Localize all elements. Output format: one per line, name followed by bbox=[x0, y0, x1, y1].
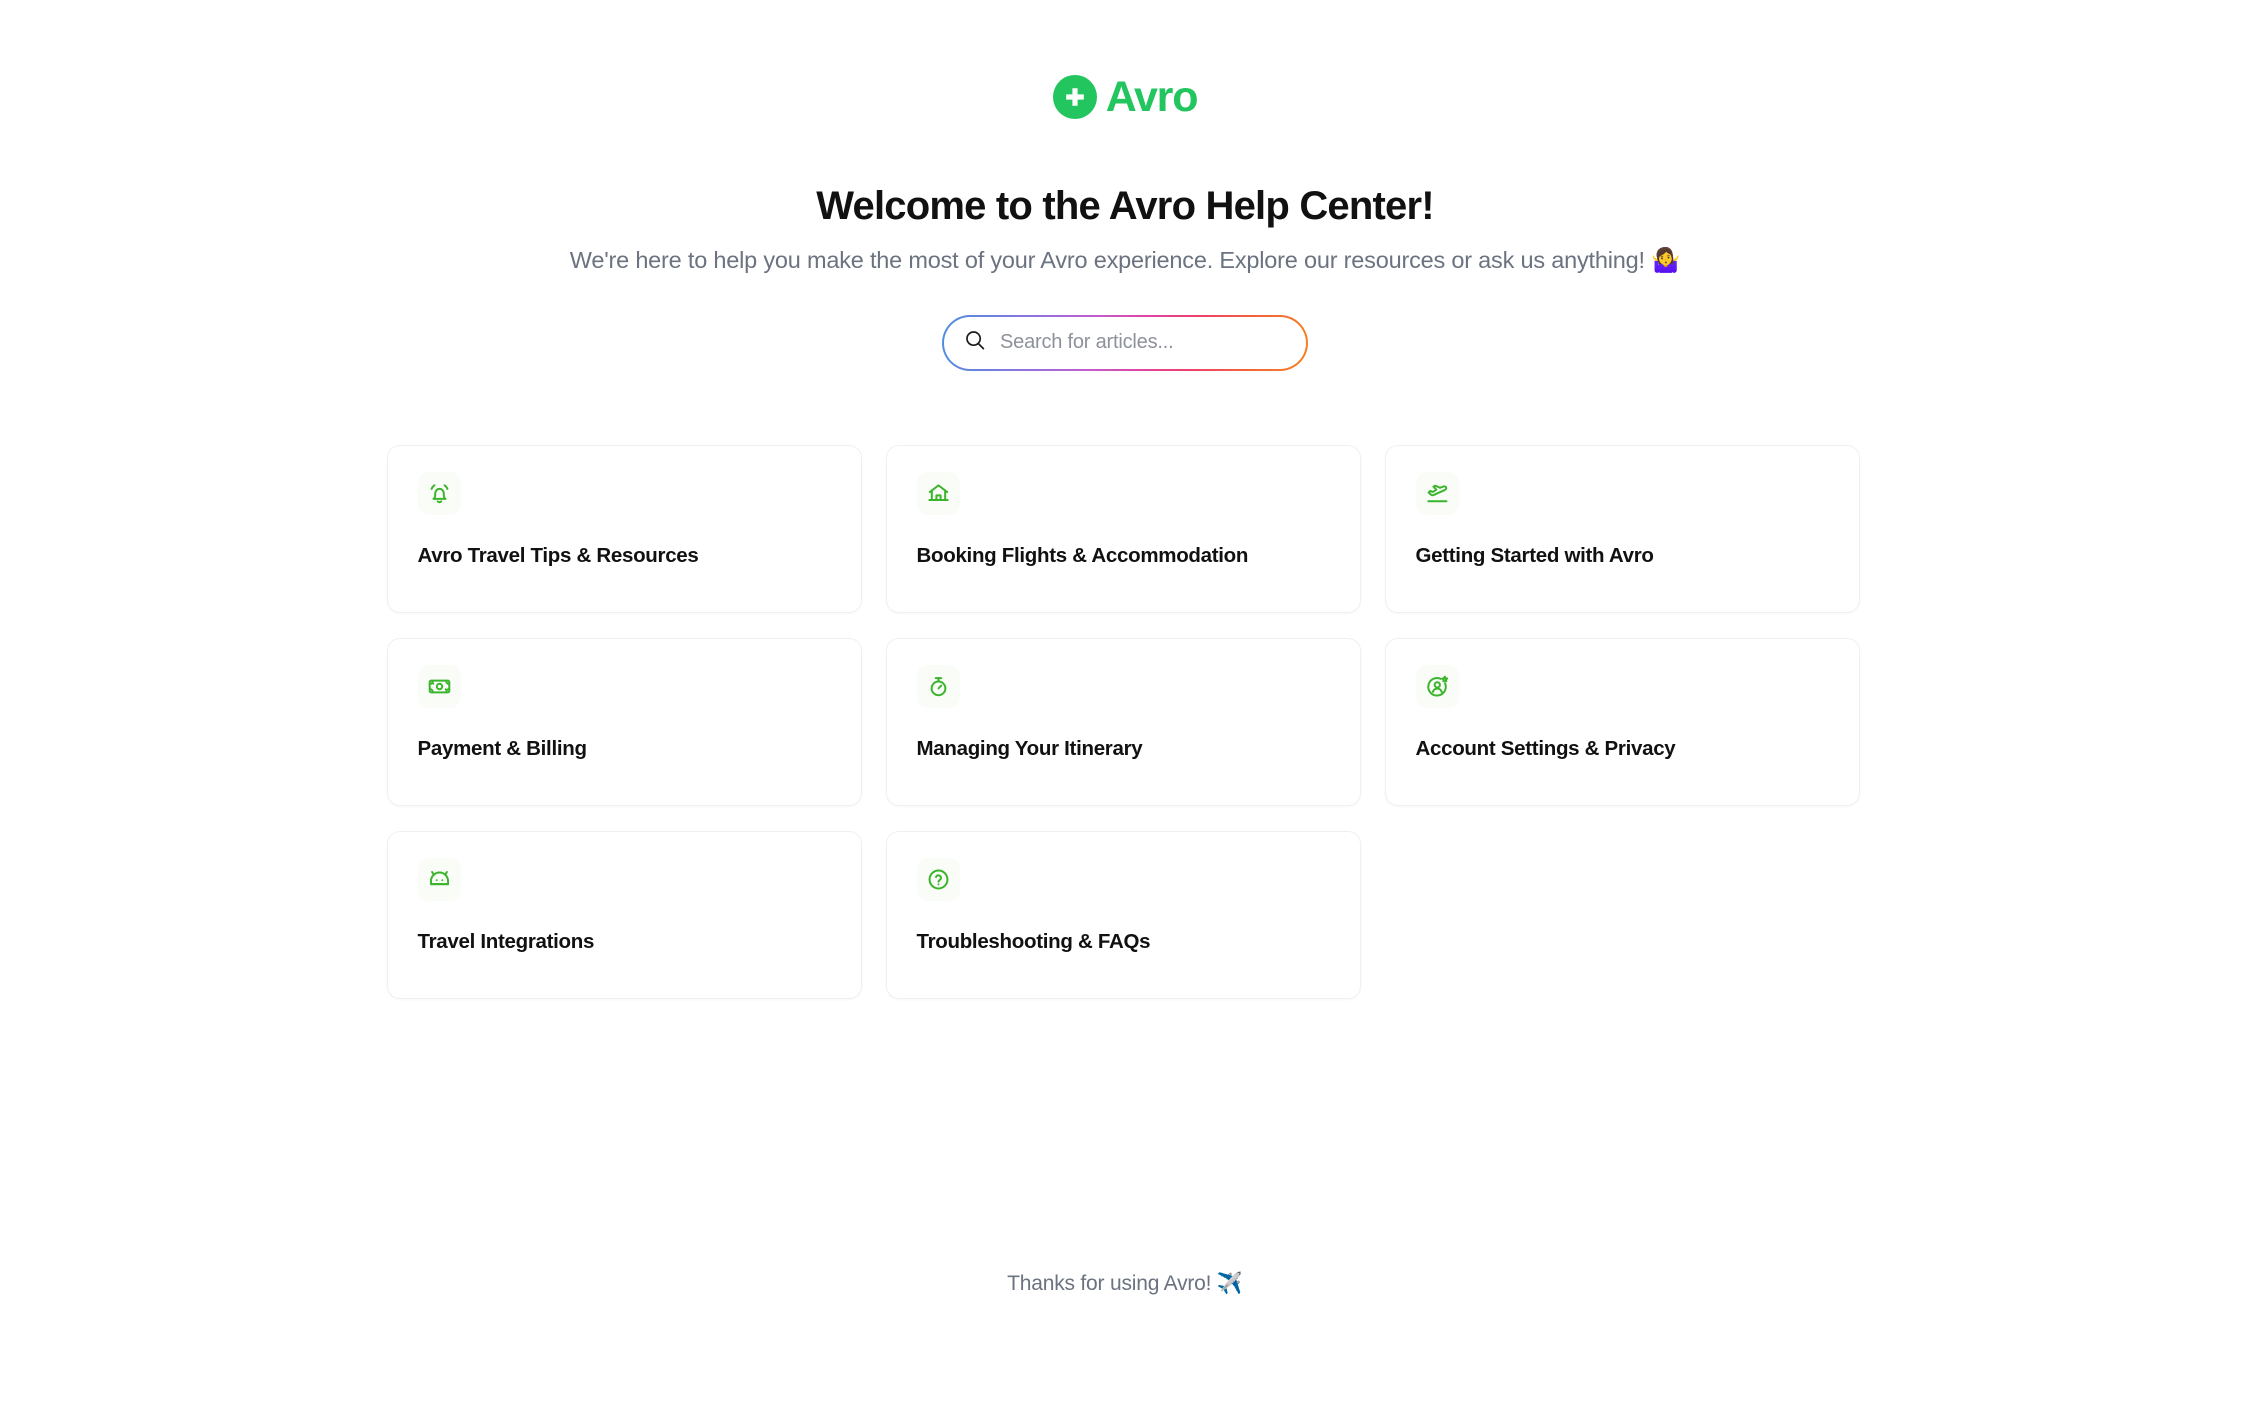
category-card-title: Payment & Billing bbox=[417, 736, 587, 760]
hero-section: Welcome to the Avro Help Center! We're h… bbox=[0, 182, 2250, 277]
category-card-title: Account Settings & Privacy bbox=[1415, 736, 1676, 760]
banknote-icon bbox=[417, 664, 461, 708]
question-circle-icon bbox=[916, 857, 960, 901]
category-card-title: Travel Integrations bbox=[417, 929, 595, 953]
category-card-travel-integrations[interactable]: Travel Integrations bbox=[386, 830, 862, 999]
android-robot-icon bbox=[417, 857, 461, 901]
plane-takeoff-icon bbox=[1415, 471, 1459, 515]
category-card-title: Getting Started with Avro bbox=[1415, 543, 1654, 567]
search-bar-inner[interactable] bbox=[944, 316, 1306, 369]
category-card-account-settings[interactable]: Account Settings & Privacy bbox=[1384, 637, 1860, 806]
category-card-title: Avro Travel Tips & Resources bbox=[417, 543, 699, 567]
category-card-travel-tips[interactable]: Avro Travel Tips & Resources bbox=[386, 444, 862, 613]
page-title: Welcome to the Avro Help Center! bbox=[816, 184, 1434, 228]
page-subtitle: We're here to help you make the most of … bbox=[569, 247, 1681, 273]
brand-logo[interactable]: Avro bbox=[1052, 72, 1199, 121]
search-icon bbox=[964, 329, 986, 356]
alarm-bell-icon bbox=[417, 471, 461, 515]
home-icon bbox=[916, 471, 960, 515]
category-card-title: Booking Flights & Accommodation bbox=[916, 543, 1249, 567]
brand-name: Avro bbox=[1105, 72, 1199, 121]
search-input[interactable] bbox=[1000, 331, 1286, 355]
help-center-page: Avro Welcome to the Avro Help Center! We… bbox=[0, 0, 2250, 1406]
category-grid: Avro Travel Tips & Resources Booking Fli… bbox=[386, 444, 1864, 999]
category-card-getting-started[interactable]: Getting Started with Avro bbox=[1384, 444, 1860, 613]
category-card-title: Managing Your Itinerary bbox=[916, 736, 1143, 760]
search-bar[interactable] bbox=[942, 314, 1308, 371]
category-card-booking[interactable]: Booking Flights & Accommodation bbox=[885, 444, 1361, 613]
category-card-itinerary[interactable]: Managing Your Itinerary bbox=[885, 637, 1361, 806]
avro-plus-circle-icon bbox=[1052, 75, 1097, 119]
footer-text: Thanks for using Avro! ✈️ bbox=[1007, 1272, 1243, 1295]
category-card-payment-billing[interactable]: Payment & Billing bbox=[386, 637, 862, 806]
category-card-title: Troubleshooting & FAQs bbox=[916, 929, 1151, 953]
user-star-circle-icon bbox=[1415, 664, 1459, 708]
stopwatch-icon bbox=[916, 664, 960, 708]
category-card-troubleshooting[interactable]: Troubleshooting & FAQs bbox=[885, 830, 1361, 999]
